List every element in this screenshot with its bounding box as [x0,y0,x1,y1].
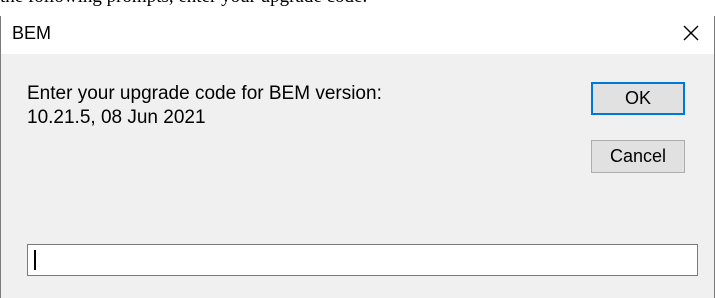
text-caret [34,250,36,270]
prompt-text: Enter your upgrade code for BEM version:… [27,82,382,130]
prompt-line-1: Enter your upgrade code for BEM version: [27,83,382,104]
close-icon [683,25,699,41]
upgrade-code-dialog: BEM Enter your upgrade code for BEM vers… [0,16,715,298]
ok-button[interactable]: OK [591,82,685,115]
background-document-text: the following prompts, enter your upgrad… [0,0,367,8]
cancel-button[interactable]: Cancel [591,140,685,173]
close-button[interactable] [668,16,714,50]
upgrade-code-input[interactable] [27,244,698,276]
screen: the following prompts, enter your upgrad… [0,0,715,298]
prompt-line-2: 10.21.5, 08 Jun 2021 [27,107,206,128]
dialog-title: BEM [12,23,52,43]
dialog-titlebar[interactable]: BEM [1,16,714,54]
